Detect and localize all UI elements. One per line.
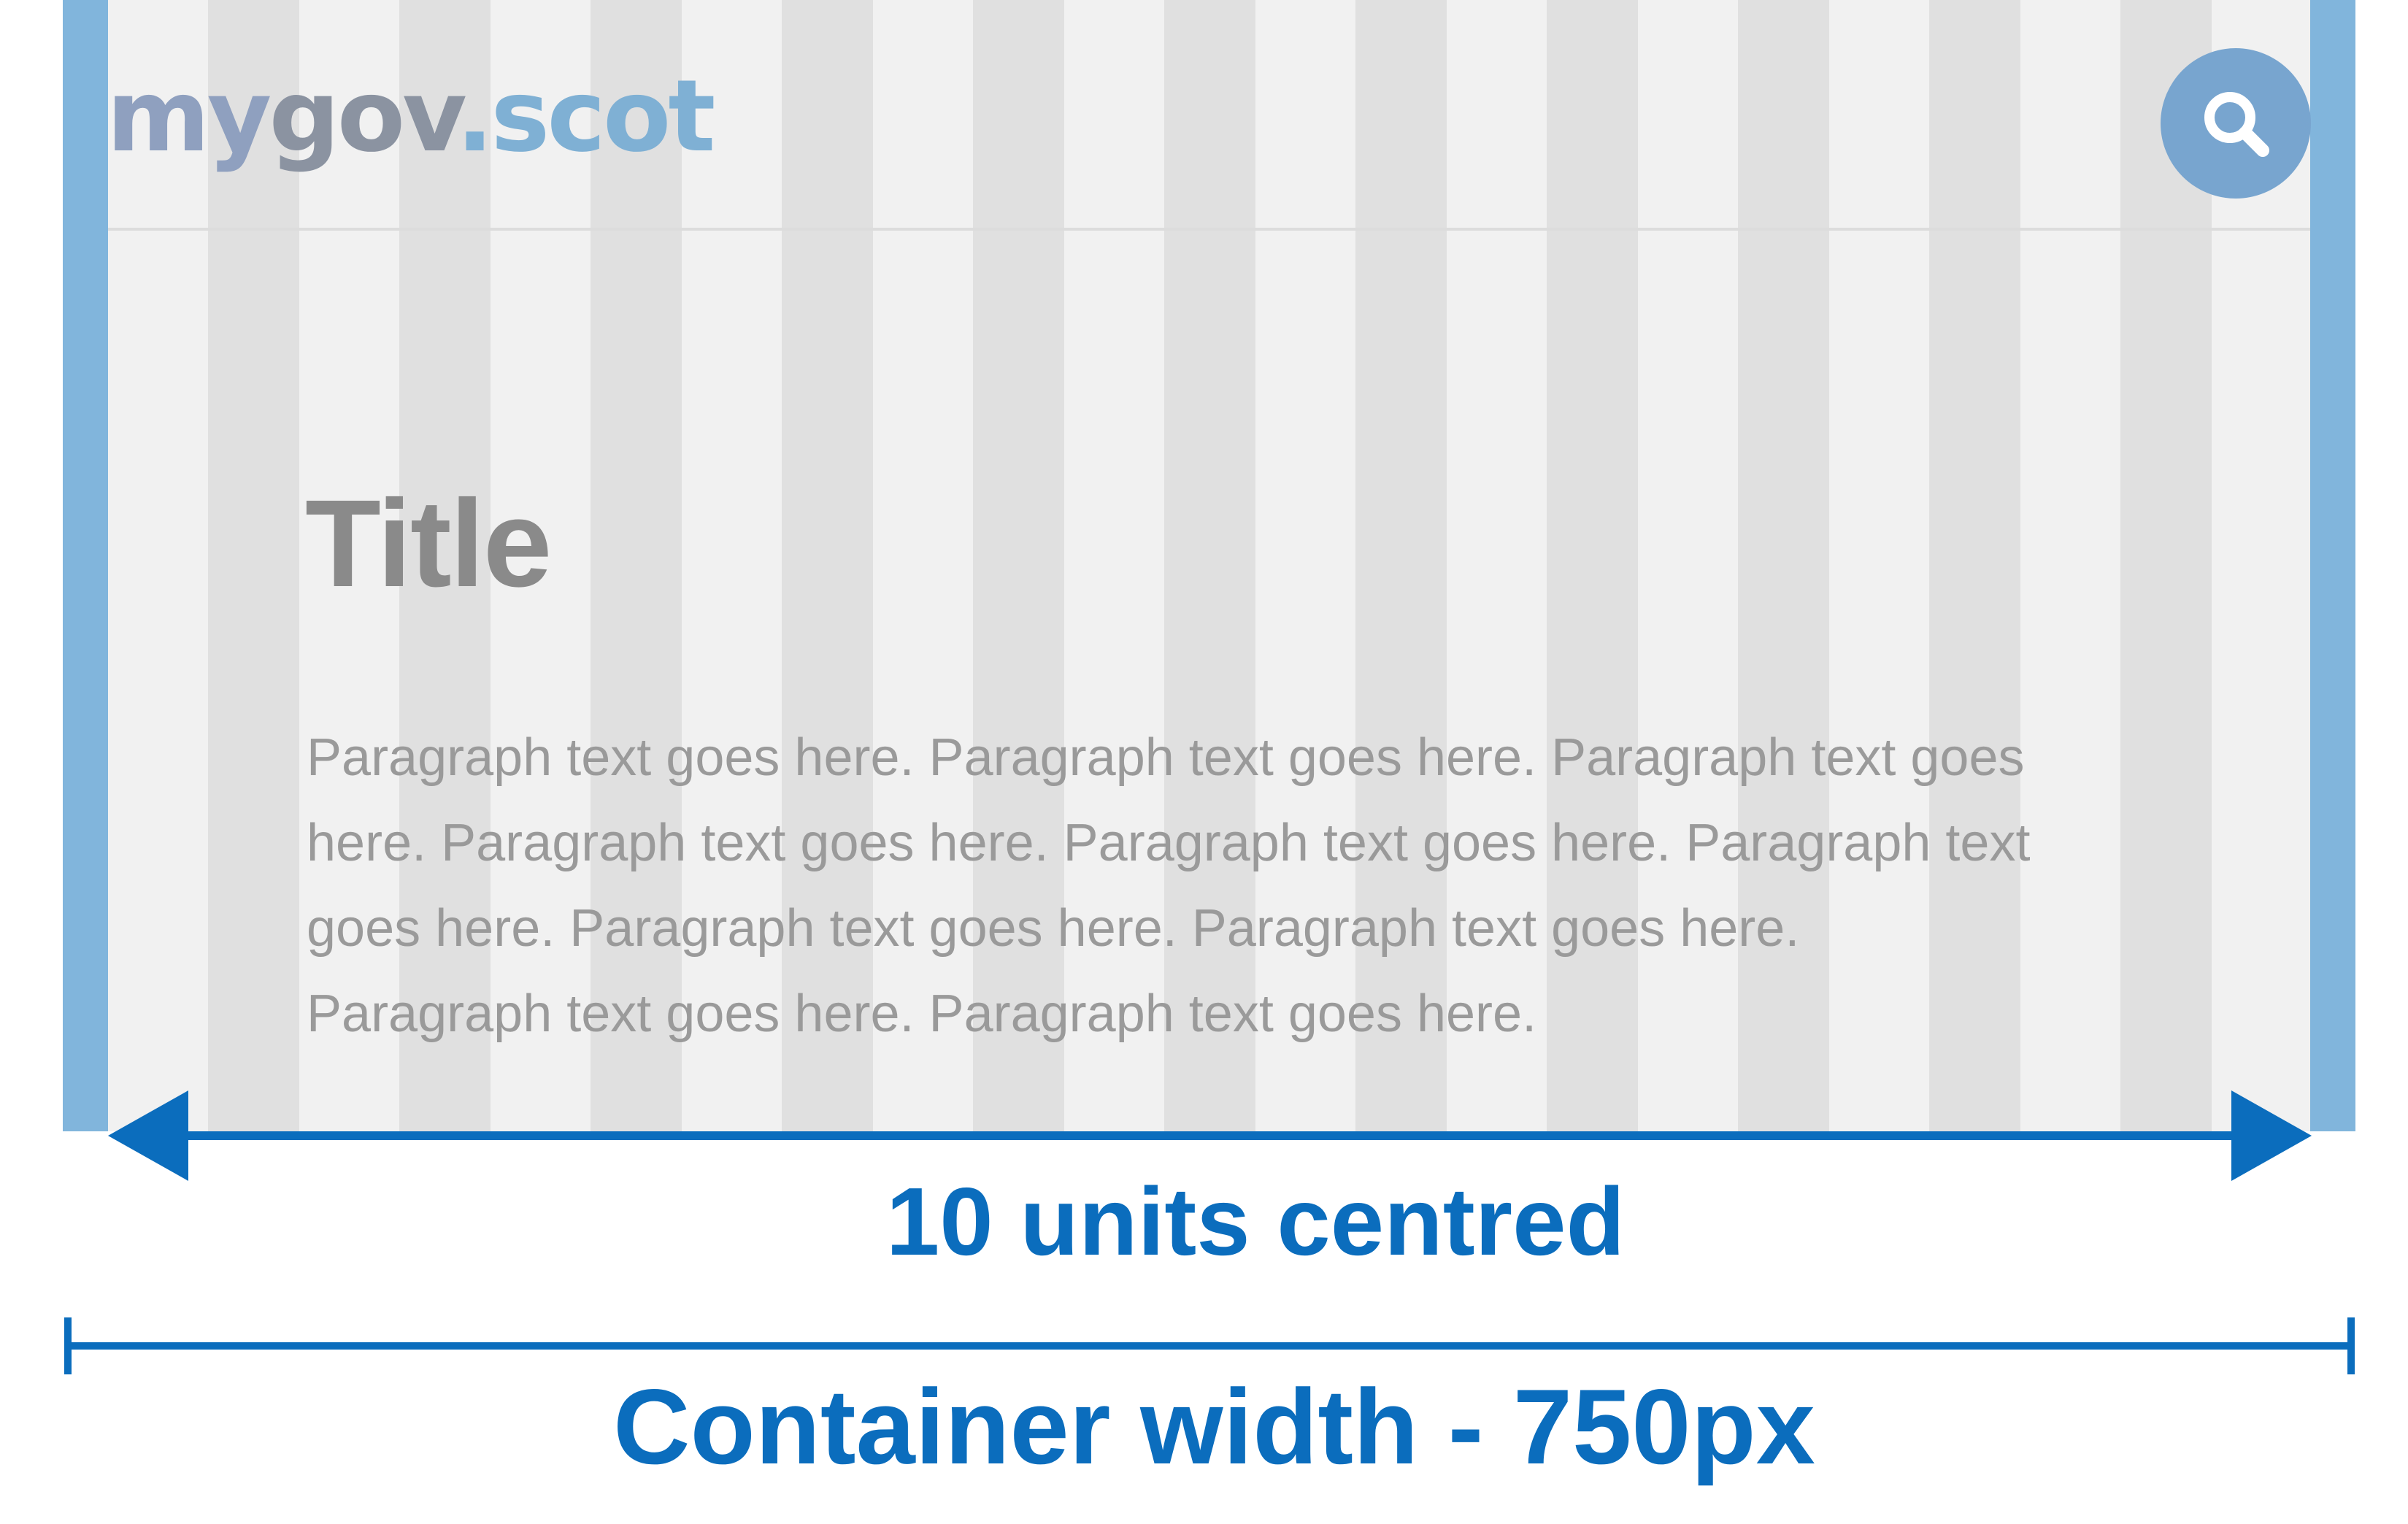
container-width-label: Container width - 750px [613,1367,1815,1486]
dimension-annotations [64,1090,2355,1374]
container-width-dimension-line [64,1317,2355,1374]
content-span-label: 10 units centred [885,1168,1626,1275]
